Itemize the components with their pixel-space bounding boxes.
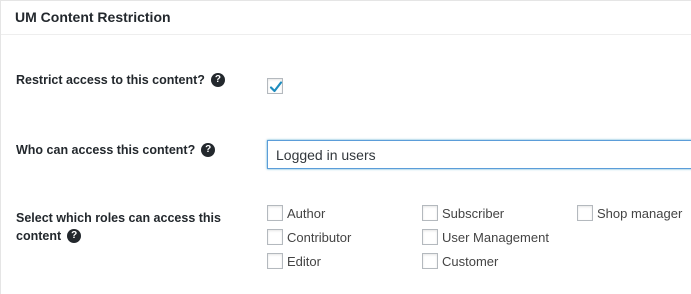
role-label: Customer [442,254,499,269]
role-checkbox[interactable] [577,205,593,221]
role-label: Author [287,206,326,221]
role-label: User Management [442,230,549,245]
roles-label: Select which roles can access this conte… [16,209,236,245]
role-checkbox[interactable] [422,229,438,245]
panel-title: UM Content Restriction [15,9,171,25]
restrict-access-label-text: Restrict access to this content? [16,73,205,87]
help-icon[interactable]: ? [210,72,225,87]
um-content-restriction-panel: UM Content Restriction Restrict access t… [0,0,691,294]
roles-label-text: Select which roles can access this conte… [16,211,221,243]
restrict-access-label: Restrict access to this content?? [16,71,246,89]
role-checkbox[interactable] [267,229,283,245]
checkmark-icon [269,81,283,93]
who-can-access-label-text: Who can access this content? [16,143,196,157]
role-label: Shop manager [597,206,683,221]
role-checkbox[interactable] [267,205,283,221]
role-checkbox[interactable] [267,253,283,269]
who-can-access-label: Who can access this content?? [16,141,246,159]
role-checkbox[interactable] [422,253,438,269]
role-label: Subscriber [442,206,505,221]
help-icon[interactable]: ? [201,142,216,157]
role-label: Editor [287,254,321,269]
panel-header: UM Content Restriction [1,1,691,35]
role-checkbox[interactable] [422,205,438,221]
restrict-access-checkbox[interactable] [267,78,283,94]
help-icon[interactable]: ? [67,228,82,243]
role-label: Contributor [287,230,352,245]
who-can-access-select[interactable]: Logged in users [267,140,691,169]
